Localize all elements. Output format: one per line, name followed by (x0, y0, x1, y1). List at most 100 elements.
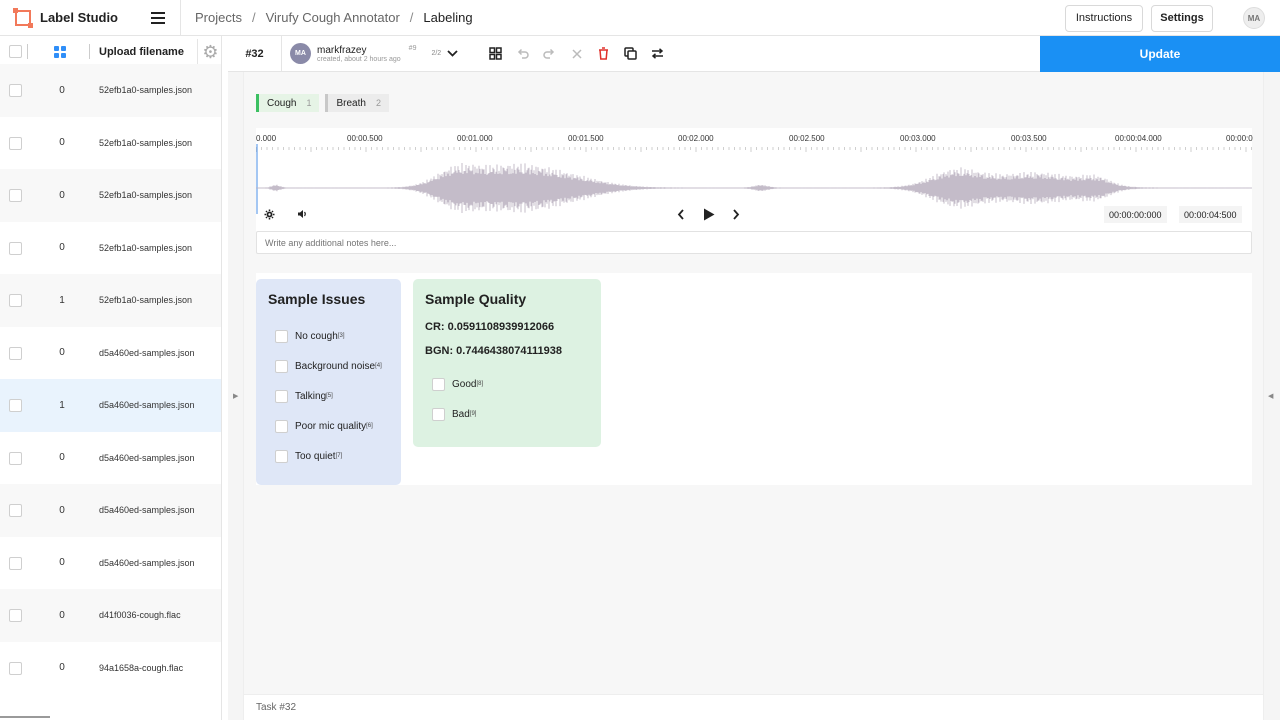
choice-checkbox[interactable] (275, 419, 288, 433)
timeline-tick-label: 00:02.500 (789, 134, 825, 143)
play-icon[interactable] (702, 207, 716, 221)
columns-settings-icon[interactable]: ⚙ (197, 39, 221, 65)
notes-input[interactable] (256, 231, 1252, 254)
previous-icon[interactable] (674, 207, 688, 221)
row-checkbox[interactable] (9, 189, 22, 202)
audio-waveform[interactable]: 0.000 00:00.500 00:01.000 00:01.500 00:02.00… (256, 128, 1253, 246)
choice-talking[interactable]: Talking [5] (268, 381, 389, 411)
row-count: 0 (59, 452, 65, 464)
table-row[interactable]: 0 d5a460ed-samples.json (0, 484, 221, 537)
collapse-right-panel[interactable]: ◀ (1263, 72, 1280, 720)
gear-icon[interactable] (262, 207, 276, 221)
table-row[interactable]: 0 52efb1a0-samples.json (0, 64, 221, 117)
choice-label: Good (452, 378, 477, 390)
row-checkbox[interactable] (9, 609, 22, 622)
choice-label: Too quiet (295, 450, 336, 462)
table-row[interactable]: 0 52efb1a0-samples.json (0, 222, 221, 275)
clear-icon[interactable] (563, 40, 590, 67)
duplicate-icon[interactable] (617, 40, 644, 67)
horizontal-scrollbar[interactable] (0, 716, 50, 718)
update-button[interactable]: Update (1040, 36, 1280, 72)
choice-checkbox[interactable] (275, 329, 288, 343)
task-id: #32 (228, 35, 282, 72)
row-checkbox[interactable] (9, 294, 22, 307)
choice-checkbox[interactable] (275, 359, 288, 373)
instructions-button[interactable]: Instructions (1065, 4, 1143, 32)
row-filename: 94a1658a-cough.flac (99, 662, 184, 673)
audio-player-controls: 00:00:00:000 00:00:04:500 (256, 202, 1252, 226)
choice-label: Bad (452, 408, 470, 420)
duration-time: 00:00:04:500 (1179, 206, 1242, 223)
row-filename: d41f0036-cough.flac (99, 610, 181, 621)
label-cough[interactable]: Cough 1 (256, 94, 320, 112)
select-all-checkbox[interactable] (9, 45, 22, 58)
breadcrumb-projects[interactable]: Projects (195, 10, 242, 25)
settings-button[interactable]: Settings (1151, 4, 1213, 32)
vertical-scrollbar[interactable] (221, 426, 222, 720)
row-checkbox[interactable] (9, 399, 22, 412)
row-count: 1 (59, 294, 65, 306)
row-filename: d5a460ed-samples.json (99, 400, 195, 411)
table-row[interactable]: 0 d5a460ed-samples.json (0, 537, 221, 590)
swap-icon[interactable] (644, 40, 671, 67)
column-title-upload-filename[interactable]: Upload filename (99, 46, 184, 58)
user-avatar[interactable]: MA (1243, 7, 1265, 29)
volume-icon[interactable] (295, 207, 309, 221)
table-row[interactable]: 0 d5a460ed-samples.json (0, 432, 221, 485)
row-checkbox[interactable] (9, 451, 22, 465)
task-list-panel: Upload filename ⚙ 0 52efb1a0-samples.json… (0, 36, 222, 720)
choice-hotkey: [4] (375, 363, 382, 369)
table-row[interactable]: 0 d5a460ed-samples.json (0, 327, 221, 380)
table-row[interactable]: 0 94a1658a-cough.flac (0, 642, 221, 695)
top-header: Label Studio Projects / Virufy Cough Ann… (0, 0, 1280, 36)
table-row[interactable]: 0 52efb1a0-samples.json (0, 169, 221, 222)
collapse-left-panel[interactable]: ▶ (228, 72, 244, 720)
sample-issues-title: Sample Issues (268, 291, 366, 307)
choice-good[interactable]: Good [8] (425, 369, 589, 399)
table-row[interactable]: 1 52efb1a0-samples.json (0, 274, 221, 327)
grid-view-icon[interactable] (54, 46, 66, 58)
sample-issues-choices: No cough [3] Background noise [4] Talking [5]… (268, 321, 389, 471)
row-count: 0 (59, 137, 65, 149)
choice-hotkey: [5] (326, 393, 333, 399)
table-row[interactable]: 1 d5a460ed-samples.json (0, 379, 221, 432)
choice-bad[interactable]: Bad [9] (425, 399, 589, 429)
choice-checkbox[interactable] (275, 389, 288, 403)
row-checkbox[interactable] (9, 346, 22, 360)
choice-checkbox[interactable] (432, 377, 445, 391)
row-checkbox[interactable] (9, 136, 22, 150)
sample-quality-choices: Good [8] Bad [9] (425, 369, 589, 429)
table-row[interactable]: 0 52efb1a0-samples.json (0, 117, 221, 170)
choice-checkbox[interactable] (432, 407, 445, 421)
choice-poor-mic-quality[interactable]: Poor mic quality [6] (268, 411, 389, 441)
choice-checkbox[interactable] (275, 449, 288, 463)
row-checkbox[interactable] (9, 84, 22, 97)
annotation-created: created, about 2 hours ago (317, 55, 401, 63)
chevron-down-icon[interactable] (446, 48, 458, 60)
choice-too-quiet[interactable]: Too quiet [7] (268, 441, 389, 471)
row-filename: d5a460ed-samples.json (99, 452, 195, 463)
choice-background-noise[interactable]: Background noise [4] (268, 351, 389, 381)
row-checkbox[interactable] (9, 556, 22, 570)
triangle-right-icon: ▶ (233, 393, 239, 400)
delete-icon[interactable] (590, 40, 617, 67)
label-breath[interactable]: Breath 2 (325, 94, 389, 112)
current-time: 00:00:00:000 (1104, 206, 1167, 223)
annotation-toolbar: #32 MA markfrazey created, about 2 hours… (228, 35, 1280, 72)
task-rows: 0 52efb1a0-samples.json 0 52efb1a0-samples.… (0, 64, 221, 695)
undo-icon[interactable] (509, 40, 536, 67)
next-icon[interactable] (729, 207, 743, 221)
row-checkbox[interactable] (9, 504, 22, 517)
breadcrumb-project[interactable]: Virufy Cough Annotator (266, 10, 400, 25)
redo-icon[interactable] (536, 40, 563, 67)
choice-label: Poor mic quality (295, 420, 367, 432)
row-checkbox[interactable] (9, 661, 22, 675)
grid-layout-icon[interactable] (482, 40, 509, 67)
row-count: 0 (59, 609, 65, 621)
row-checkbox[interactable] (9, 241, 22, 255)
row-count: 0 (59, 662, 65, 674)
hamburger-menu-icon[interactable] (151, 11, 165, 24)
table-row[interactable]: 0 d41f0036-cough.flac (0, 589, 221, 642)
choice-no-cough[interactable]: No cough [3] (268, 321, 389, 351)
sample-issues-card: Sample Issues No cough [3] Background nois… (256, 279, 401, 485)
